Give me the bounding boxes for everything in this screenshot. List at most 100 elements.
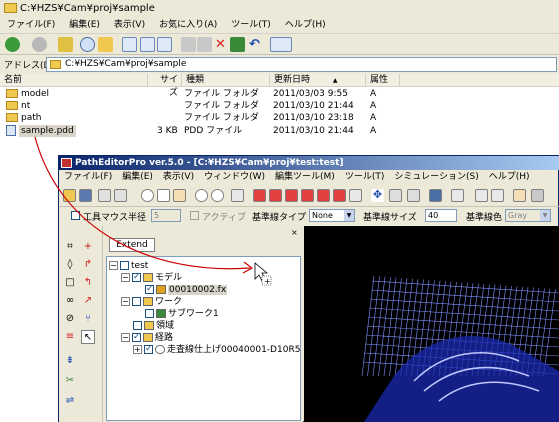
view-back-icon[interactable] [269, 189, 282, 202]
back-icon[interactable] [5, 37, 20, 52]
tree-checkbox[interactable] [132, 271, 141, 283]
properties-icon[interactable] [230, 37, 245, 52]
view-iso-icon[interactable] [349, 189, 362, 202]
zoom-in-icon[interactable] [195, 189, 208, 202]
tree-checkbox[interactable] [133, 321, 142, 330]
branch-icon[interactable]: ⑂ [81, 312, 95, 326]
paste-icon[interactable] [157, 37, 172, 52]
pointer-icon[interactable]: ↖ [81, 330, 95, 344]
3d-viewport[interactable] [304, 226, 559, 422]
point-icon[interactable]: + [81, 240, 95, 254]
pe-menu-tools[interactable]: ツール(T) [340, 170, 390, 185]
view-bottom-icon[interactable] [333, 189, 346, 202]
tree-node-path-item[interactable]: + 走査線仕上げ00040001-D10R5 [133, 343, 300, 356]
tree-checkbox[interactable] [145, 309, 154, 318]
folders-icon[interactable] [98, 37, 113, 52]
link-icon[interactable]: ∞ [63, 294, 77, 308]
collapse-icon[interactable]: − [109, 261, 118, 270]
arc-icon[interactable]: ↱ [81, 258, 95, 272]
tree-checkbox[interactable] [132, 331, 141, 343]
measure-icon[interactable] [407, 189, 420, 202]
pe-menu-help[interactable]: ヘルプ(H) [484, 170, 535, 185]
lasso-icon[interactable]: ◊ [63, 258, 77, 272]
tree-node-work[interactable]: − ワーク [121, 296, 182, 308]
tree-node-subwork[interactable]: サブワーク1 [145, 308, 219, 320]
tab-extend[interactable]: Extend [109, 238, 155, 252]
shade-icon[interactable] [429, 189, 442, 202]
col-size[interactable]: サイズ [148, 74, 182, 98]
wireframe-icon[interactable] [451, 189, 464, 202]
layers-icon[interactable] [475, 189, 488, 202]
move-icon[interactable]: ✥ [371, 189, 384, 202]
collapse-icon[interactable]: − [121, 333, 130, 342]
close-icon[interactable]: × [291, 228, 298, 237]
forward-icon[interactable] [32, 37, 47, 52]
cut-icon[interactable] [140, 37, 155, 52]
base-line-size-input[interactable]: 40 [425, 209, 457, 222]
menu-help[interactable]: ヘルプ(H) [278, 17, 333, 34]
pe-menu-simulation[interactable]: シミュレーション(S) [389, 170, 483, 185]
col-date[interactable]: 更新日時 ▲ [270, 74, 366, 87]
collapse-icon[interactable]: − [121, 273, 130, 282]
copy-to-icon[interactable] [197, 37, 212, 52]
pe-menu-file[interactable]: ファイル(F) [59, 170, 117, 185]
views-icon[interactable] [270, 37, 292, 52]
trim-icon[interactable]: ⊘ [63, 312, 77, 326]
settings-icon[interactable] [513, 189, 526, 202]
list-item[interactable]: path ファイル フォルダ 2011/03/10 23:18 A [0, 112, 559, 124]
tree-checkbox[interactable] [132, 297, 141, 306]
col-attr[interactable]: 属性 [366, 74, 400, 87]
tree-checkbox[interactable] [120, 261, 129, 270]
pe-menu-view[interactable]: 表示(V) [158, 170, 199, 185]
view-top-icon[interactable] [317, 189, 330, 202]
list-item[interactable]: nt ファイル フォルダ 2011/03/10 21:44 A [0, 100, 559, 112]
path-edit-icon[interactable]: ↗ [81, 294, 95, 308]
cut-path-icon[interactable]: ✂ [63, 374, 77, 388]
list-item[interactable]: model ファイル フォルダ 2011/03/03 9:55 A [0, 88, 559, 100]
delete-icon[interactable]: ✕ [213, 37, 228, 52]
view-right-icon[interactable] [301, 189, 314, 202]
tree-checkbox[interactable] [145, 283, 154, 295]
address-input[interactable]: C:¥HZS¥Cam¥proj¥sample [46, 57, 557, 72]
pe-menu-edit-tools[interactable]: 編集ツール(M) [270, 170, 340, 185]
tool-mouse-radius-input[interactable]: 5 [151, 209, 181, 222]
menu-favorites[interactable]: お気に入り(A) [152, 17, 224, 34]
view-box-icon[interactable] [231, 189, 244, 202]
pan-hand-icon[interactable] [173, 189, 186, 202]
base-line-color-select[interactable]: Gray ▼ [505, 209, 551, 222]
undo-icon[interactable]: ↶ [247, 37, 262, 52]
menu-file[interactable]: ファイル(F) [0, 17, 62, 34]
crop-icon[interactable]: ⌗ [63, 240, 77, 254]
more-icon[interactable] [531, 189, 544, 202]
col-name[interactable]: 名前 [0, 74, 148, 87]
list-item[interactable]: sample.pdd 3 KB PDD ファイル 2011/03/10 21:4… [0, 125, 559, 137]
active-checkbox[interactable] [190, 211, 199, 220]
up-folder-icon[interactable] [58, 37, 73, 52]
menu-edit[interactable]: 編集(E) [62, 17, 107, 34]
join-icon[interactable]: ⇌ [63, 394, 77, 408]
grid-icon[interactable] [491, 189, 504, 202]
pe-menu-edit[interactable]: 編集(E) [117, 170, 158, 185]
redo-icon[interactable] [114, 189, 127, 202]
view-front-icon[interactable] [253, 189, 266, 202]
expand-icon[interactable]: + [133, 345, 142, 354]
copy-icon[interactable] [122, 37, 137, 52]
menu-tools[interactable]: ツール(T) [224, 17, 278, 34]
tree-node-test[interactable]: − test [109, 260, 148, 272]
select-icon[interactable] [389, 189, 402, 202]
open-icon[interactable] [63, 189, 76, 202]
tool-mouse-radius-checkbox[interactable] [71, 211, 80, 220]
save-icon[interactable] [79, 189, 92, 202]
zoom-icon[interactable] [141, 189, 154, 202]
search-icon[interactable] [80, 37, 95, 52]
view-left-icon[interactable] [285, 189, 298, 202]
tree-checkbox[interactable] [144, 343, 153, 355]
fit-icon[interactable] [157, 189, 170, 202]
tree-node-model-file[interactable]: 00010002.fx [145, 283, 228, 296]
move-to-icon[interactable] [181, 37, 196, 52]
zoom-out-icon[interactable] [211, 189, 224, 202]
base-line-type-select[interactable]: None ▼ [309, 209, 355, 222]
undo-icon[interactable] [98, 189, 111, 202]
align-icon[interactable]: ⇟ [63, 354, 77, 368]
col-type[interactable]: 種類 [182, 74, 270, 87]
